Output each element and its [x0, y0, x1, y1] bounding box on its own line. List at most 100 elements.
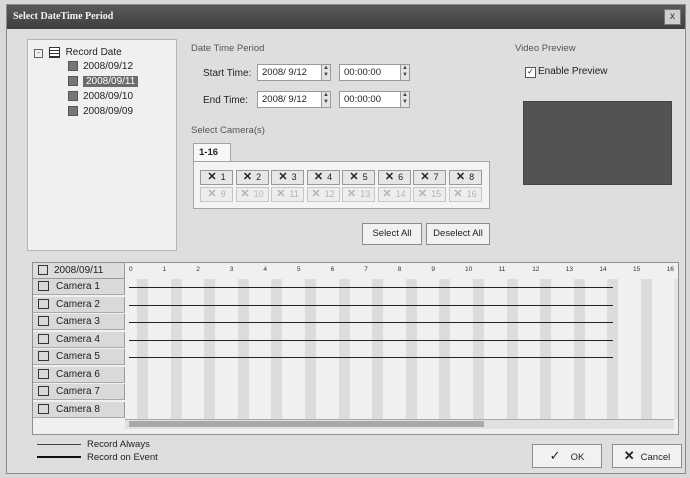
hour-stripe [237, 279, 249, 419]
camera-toggle-2[interactable]: ✕ 2 [235, 170, 269, 185]
record-bar [129, 287, 613, 288]
cancel-label: Cancel [640, 452, 671, 463]
camera-toggle-label: 8 [469, 172, 475, 182]
start-date-field[interactable]: 2008/ 9/12 [257, 64, 329, 81]
hour-tick: 7 [364, 266, 368, 273]
tree-item-20080909[interactable]: 2008/09/09 [68, 105, 133, 118]
tree-root-label: Record Date [65, 47, 122, 58]
start-time-field[interactable]: 00:00:00 [339, 64, 409, 81]
tree-item-20080911[interactable]: 2008/09/11 [68, 75, 139, 88]
camera-icon [38, 333, 49, 344]
timeline-row-label: Camera 7 [56, 386, 100, 397]
timeline-grid[interactable] [125, 279, 678, 419]
camera-x-icon: ✕ [384, 171, 395, 183]
camera-toggle-11[interactable]: ✕ 11 [271, 187, 304, 202]
camera-toggle-13[interactable]: ✕ 13 [342, 187, 375, 202]
camera-toggle-16[interactable]: ✕ 16 [448, 187, 482, 202]
end-time-field[interactable]: 00:00:00 [339, 91, 409, 108]
x-icon: ✕ [623, 448, 635, 463]
record-bar [129, 357, 613, 358]
deselect-all-button[interactable]: Deselect All [426, 223, 490, 245]
timeline-row-camera-6[interactable]: Camera 6 [33, 366, 125, 383]
tab-1-16[interactable]: 1-16 [193, 143, 231, 161]
start-time-spinner[interactable]: ▲ ▼ [400, 64, 410, 81]
tree-item-20080912[interactable]: 2008/09/12 [68, 60, 133, 73]
close-icon[interactable]: x [664, 9, 681, 25]
legend-line-always [37, 443, 81, 445]
camera-x-icon: ✕ [207, 188, 217, 200]
record-bar [129, 322, 613, 323]
camera-toggle-4[interactable]: ✕ 4 [306, 170, 340, 185]
hour-tick: 12 [532, 266, 540, 273]
timeline-row-camera-4[interactable]: Camera 4 [33, 331, 125, 348]
camera-x-icon: ✕ [242, 171, 253, 183]
camera-toggle-label: 10 [253, 189, 264, 199]
horizontal-scrollbar[interactable] [125, 419, 674, 429]
timeline-row-camera-5[interactable]: Camera 5 [33, 349, 125, 365]
timeline-row-camera-2[interactable]: Camera 2 [33, 296, 125, 313]
timeline-date: 2008/09/11 [54, 265, 104, 276]
end-date-field[interactable]: 2008/ 9/12 [257, 91, 329, 108]
check-icon: ✓ [549, 448, 561, 463]
timeline-row-camera-7[interactable]: Camera 7 [33, 384, 125, 400]
hour-tick: 4 [263, 266, 268, 273]
camera-toggle-14[interactable]: ✕ 14 [377, 187, 411, 202]
camera-toggle-10[interactable]: ✕ 10 [235, 187, 269, 202]
hour-stripe [506, 279, 518, 419]
legend-record-event: Record on Event [37, 452, 158, 463]
camera-toggle-label: 13 [360, 189, 371, 199]
camera-toggle-3[interactable]: ✕ 3 [271, 170, 304, 185]
camera-x-icon: ✕ [207, 171, 217, 183]
timeline-row-label: Camera 3 [56, 316, 100, 327]
timeline-row-camera-3[interactable]: Camera 3 [33, 314, 125, 330]
end-time-spinner[interactable]: ▲ ▼ [400, 91, 410, 108]
hour-stripe [137, 279, 148, 419]
camera-toggle-label: 12 [324, 189, 335, 199]
tree-item-20080910[interactable]: 2008/09/10 [68, 90, 133, 103]
timeline-row-camera-8[interactable]: Camera 8 [33, 401, 125, 418]
camera-toggle-12[interactable]: ✕ 12 [306, 187, 340, 202]
window-title: Select DateTime Period [13, 11, 114, 22]
hour-stripe [170, 279, 182, 419]
select-all-button[interactable]: Select All [362, 223, 422, 245]
camera-toggle-15[interactable]: ✕ 15 [413, 187, 446, 202]
camera-toggle-6[interactable]: ✕ 6 [377, 170, 411, 185]
camera-toggle-7[interactable]: ✕ 7 [413, 170, 446, 185]
tree-root[interactable]: - Record Date [34, 46, 122, 59]
hour-stripe [540, 279, 552, 419]
start-date-spinner[interactable]: ▲ ▼ [321, 64, 331, 81]
camera-toggle-5[interactable]: ✕ 5 [342, 170, 375, 185]
vertical-scrollbar[interactable] [674, 279, 678, 419]
folder-icon [68, 91, 78, 102]
camera-x-icon: ✕ [240, 188, 250, 200]
camera-toggle-label: 16 [466, 189, 477, 199]
video-preview-label: Video Preview [515, 43, 576, 54]
timeline-date-header[interactable]: 2008/09/11 [33, 263, 125, 279]
ok-button[interactable]: ✓ OK [532, 444, 602, 468]
record-bar [129, 304, 613, 306]
end-date-spinner[interactable]: ▲ ▼ [321, 91, 331, 108]
legend-event-label: Record on Event [87, 452, 158, 463]
collapse-icon[interactable]: - [34, 49, 43, 58]
camera-icon [38, 316, 49, 327]
camera-icon [38, 386, 49, 397]
date-checkbox-icon [38, 265, 48, 276]
hour-stripe [372, 279, 384, 419]
cancel-button[interactable]: ✕ Cancel [612, 444, 682, 468]
hour-stripe [338, 279, 350, 419]
record-date-tree: - Record Date 2008/09/12 2008/09/11 2008… [27, 39, 177, 251]
camera-icon [38, 351, 49, 362]
folder-icon [68, 61, 78, 72]
camera-toggle-8[interactable]: ✕ 8 [448, 170, 482, 185]
camera-toggle-9[interactable]: ✕ 9 [200, 187, 233, 202]
camera-x-icon: ✕ [346, 188, 357, 200]
tree-item-label: 2008/09/11 [83, 76, 139, 87]
scrollbar-thumb[interactable] [129, 421, 484, 427]
timeline-row-camera-1[interactable]: Camera 1 [33, 279, 125, 295]
ok-label: OK [570, 452, 585, 463]
camera-toggle-1[interactable]: ✕ 1 [200, 170, 233, 185]
title-bar: Select DateTime Period x [7, 5, 685, 29]
hour-tick: 1 [162, 266, 167, 273]
camera-icon [38, 281, 49, 292]
enable-preview-checkbox[interactable]: ✓ [525, 67, 536, 78]
